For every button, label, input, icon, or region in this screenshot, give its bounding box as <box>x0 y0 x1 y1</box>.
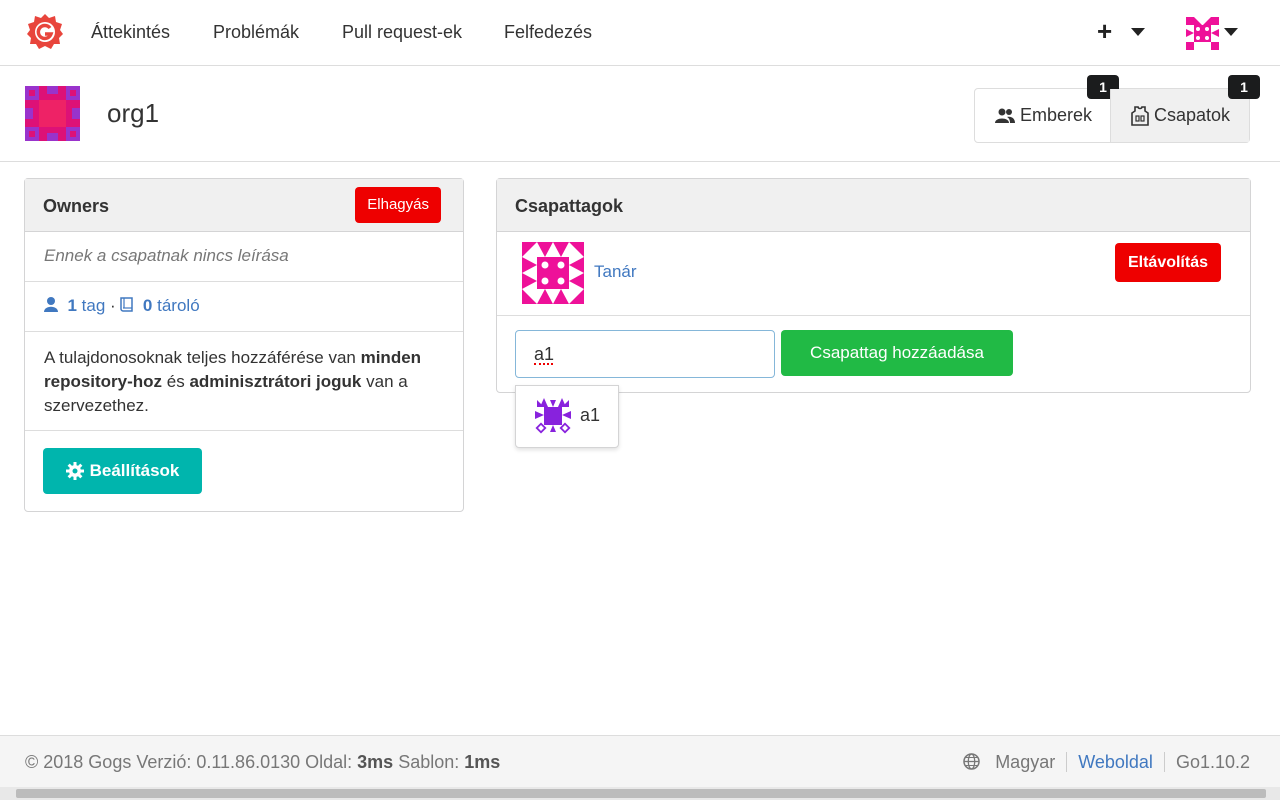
org-avatar <box>25 86 80 141</box>
footer: © 2018 Gogs Verzió: 0.11.86.0130 Oldal: … <box>0 735 1280 787</box>
team-info-header: Owners Elhagyás <box>25 179 463 232</box>
create-dropdown-caret-icon[interactable] <box>1131 28 1145 36</box>
remove-member-button[interactable]: Eltávolítás <box>1114 243 1221 282</box>
book-icon <box>120 297 134 312</box>
member-name-link[interactable]: Tanár <box>594 262 637 282</box>
team-members-title: Csapattagok <box>515 196 624 216</box>
users-icon <box>995 108 1015 123</box>
create-new-button[interactable]: + <box>1097 18 1112 44</box>
list-item: Tanár Eltávolítás <box>497 232 1250 316</box>
add-member-search-input[interactable] <box>515 330 775 378</box>
members-link[interactable]: 1 tag <box>63 296 105 315</box>
horizontal-scrollbar[interactable] <box>0 787 1280 800</box>
spellcheck-underline <box>534 362 553 365</box>
team-stats: 1 tag · 0 tároló <box>25 282 463 332</box>
tab-people-label: Emberek <box>1020 105 1093 125</box>
team-name: Owners <box>43 196 110 216</box>
tab-teams-label: Csapatok <box>1154 105 1231 125</box>
scrollbar-thumb[interactable] <box>16 789 1266 798</box>
globe-icon <box>963 753 980 770</box>
repos-link[interactable]: 0 tároló <box>138 296 200 315</box>
org-name: org1 <box>107 98 160 128</box>
gear-icon <box>65 462 84 480</box>
gogs-logo-icon[interactable] <box>26 13 64 51</box>
footer-links: Magyar Weboldal Go1.10.2 <box>952 752 1250 772</box>
team-info-panel: Owners Elhagyás Ennek a csapatnak nincs … <box>24 178 464 512</box>
team-members-header: Csapattagok <box>497 179 1250 232</box>
language-selector[interactable]: Magyar <box>952 752 1066 772</box>
go-version: Go1.10.2 <box>1163 752 1250 772</box>
teams-count-badge: 1 <box>1228 75 1260 99</box>
settings-button-label: Beállítások <box>89 461 180 480</box>
user-suggestion-dropdown[interactable]: a1 <box>515 385 619 448</box>
leave-team-button[interactable]: Elhagyás <box>355 187 441 223</box>
tab-teams[interactable]: Csapatok 1 <box>1110 75 1260 142</box>
tab-people[interactable]: Emberek 1 <box>975 75 1119 142</box>
suggestion-avatar <box>535 398 571 434</box>
top-navbar: Áttekintés Problémák Pull request-ek Fel… <box>0 0 1280 66</box>
nav-dashboard[interactable]: Áttekintés <box>91 22 170 43</box>
team-permission-info: A tulajdonosoknak teljes hozzáférése van… <box>25 332 463 431</box>
nav-pull-requests[interactable]: Pull request-ek <box>342 22 462 43</box>
user-dropdown-caret-icon[interactable] <box>1224 28 1238 36</box>
org-tabs: Emberek 1 Csapatok 1 <box>974 75 1260 143</box>
user-avatar[interactable] <box>1186 17 1219 50</box>
user-icon <box>44 297 58 312</box>
team-members-panel: Csapattagok Tanár Eltávolítás Csapattag … <box>496 178 1251 393</box>
team-jersey-icon <box>1131 105 1149 126</box>
settings-button[interactable]: Beállítások <box>43 448 202 494</box>
team-description: Ennek a csapatnak nincs leírása <box>25 232 463 282</box>
footer-version-info: © 2018 Gogs Verzió: 0.11.86.0130 Oldal: … <box>25 752 501 772</box>
org-header: org1 Emberek 1 Csapatok 1 <box>0 66 1280 162</box>
nav-explore[interactable]: Felfedezés <box>504 22 592 43</box>
nav-issues[interactable]: Problémák <box>213 22 299 43</box>
suggestion-username: a1 <box>580 405 601 425</box>
member-avatar[interactable] <box>522 242 584 304</box>
website-link[interactable]: Weboldal <box>1066 752 1164 772</box>
add-member-button[interactable]: Csapattag hozzáadása <box>781 330 1013 376</box>
